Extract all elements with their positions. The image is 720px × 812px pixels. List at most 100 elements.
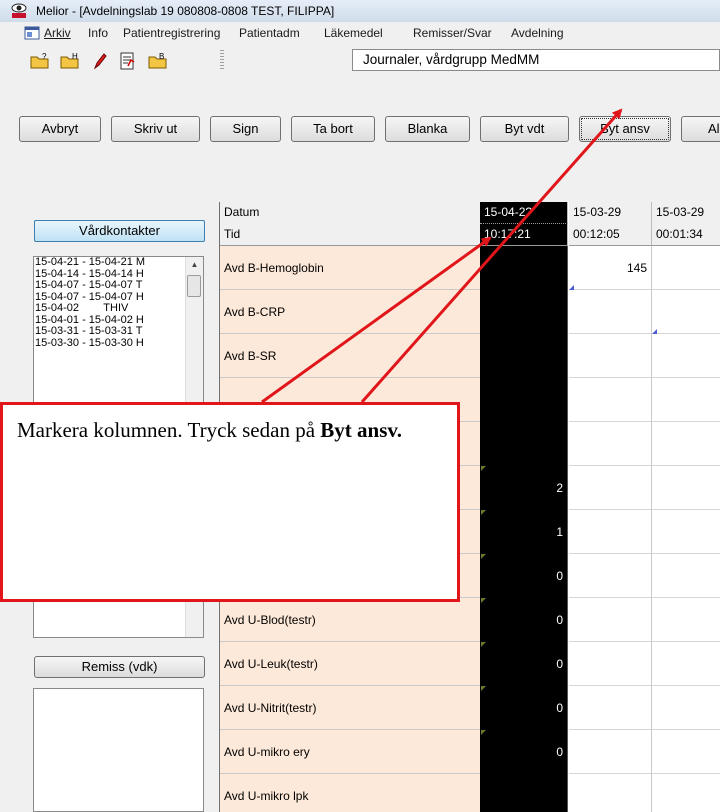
column-time-header[interactable]: 00:01:34	[652, 224, 720, 246]
menu-patientregistrering[interactable]: Patientregistrering	[123, 26, 220, 40]
result-cell[interactable]	[652, 466, 720, 510]
menu-avdelning[interactable]: Avdelning	[511, 26, 564, 40]
result-cell[interactable]	[652, 774, 720, 812]
list-item[interactable]: 15-04-02 THIV	[34, 303, 187, 315]
result-cell[interactable]	[652, 730, 720, 774]
result-cell[interactable]	[569, 642, 652, 686]
remiss-list[interactable]	[33, 688, 204, 812]
menu-arkiv[interactable]: Arkiv	[44, 26, 71, 40]
open-folder-icon[interactable]: ?	[30, 52, 50, 70]
byt-ansv-button[interactable]: Byt ansv	[579, 116, 671, 142]
result-cell[interactable]	[569, 730, 652, 774]
column-time-header[interactable]: 00:12:05	[569, 224, 652, 246]
scroll-up-arrow-icon[interactable]: ▲	[186, 257, 203, 273]
row-label[interactable]: Avd B-SR	[220, 334, 480, 378]
flag-marker-icon	[481, 466, 486, 471]
row-label[interactable]: Avd U-mikro lpk	[220, 774, 480, 812]
flag-marker-icon	[481, 510, 486, 515]
menu-lakemedel[interactable]: Läkemedel	[324, 26, 383, 40]
row-label[interactable]: Avd U-Blod(testr)	[220, 598, 480, 642]
app-window: Melior - [Avdelningslab 19 080808-0808 T…	[0, 0, 720, 812]
blanka-button[interactable]: Blanka	[385, 116, 470, 142]
result-cell[interactable]	[652, 686, 720, 730]
list-item[interactable]: 15-04-21 - 15-04-21 M	[34, 257, 187, 269]
comment-marker-icon	[652, 329, 657, 334]
folder-edit-icon[interactable]: H	[60, 52, 80, 70]
result-cell[interactable]	[569, 334, 652, 378]
result-cell[interactable]: 145	[569, 246, 652, 290]
result-cell[interactable]	[480, 774, 568, 812]
result-cell[interactable]	[480, 378, 568, 422]
pencil-icon[interactable]	[90, 52, 110, 70]
column-date-header[interactable]: 15-03-29	[652, 202, 720, 224]
result-cell[interactable]: 1	[480, 510, 568, 554]
result-cell[interactable]	[652, 334, 720, 378]
list-item[interactable]: 15-03-30 - 15-03-30 H	[34, 338, 187, 350]
result-cell[interactable]	[652, 378, 720, 422]
menu-patientadm[interactable]: Patientadm	[239, 26, 300, 40]
result-cell[interactable]: 2	[480, 466, 568, 510]
result-cell[interactable]: 0	[480, 686, 568, 730]
result-cell[interactable]	[652, 246, 720, 290]
flag-marker-icon	[481, 642, 486, 647]
column-date-header[interactable]: 15-04-2?	[480, 202, 568, 224]
result-cell[interactable]	[652, 598, 720, 642]
result-cell[interactable]: 0	[480, 554, 568, 598]
list-item[interactable]: 15-04-14 - 15-04-14 H	[34, 269, 187, 281]
result-cell[interactable]	[652, 642, 720, 686]
toolbar-grip[interactable]	[220, 48, 224, 70]
flag-marker-icon	[481, 598, 486, 603]
result-cell[interactable]	[480, 334, 568, 378]
row-label[interactable]: Avd B-CRP	[220, 290, 480, 334]
byt-vdt-button[interactable]: Byt vdt	[480, 116, 569, 142]
row-label[interactable]: Avd B-Hemoglobin	[220, 246, 480, 290]
melior-app-icon	[11, 3, 27, 18]
folder-export-icon[interactable]: B	[148, 52, 168, 70]
journal-group-select[interactable]: Journaler, vårdgrupp MedMM	[352, 49, 720, 71]
result-cell[interactable]	[652, 290, 720, 334]
skriv-ut-button[interactable]: Skriv ut	[111, 116, 200, 142]
result-cell[interactable]	[480, 290, 568, 334]
menu-info[interactable]: Info	[88, 26, 108, 40]
result-cell[interactable]	[652, 422, 720, 466]
result-cell[interactable]	[569, 774, 652, 812]
result-cell[interactable]	[569, 466, 652, 510]
vardkontakter-button[interactable]: Vårdkontakter	[34, 220, 205, 242]
svg-text:H: H	[72, 52, 78, 61]
scrollbar-thumb[interactable]	[187, 275, 201, 297]
result-cell[interactable]	[652, 510, 720, 554]
instruction-callout: Markera kolumnen. Tryck sedan på Byt ans…	[0, 402, 460, 602]
remiss-vdk-button[interactable]: Remiss (vdk)	[34, 656, 205, 678]
result-cell[interactable]	[569, 510, 652, 554]
sign-button[interactable]: Sign	[210, 116, 281, 142]
flag-marker-icon	[481, 686, 486, 691]
list-item[interactable]: 15-03-31 - 15-03-31 T	[34, 326, 187, 338]
list-item[interactable]: 15-04-07 - 15-04-07 H	[34, 292, 187, 304]
result-cell[interactable]	[480, 246, 568, 290]
avbryt-button[interactable]: Avbryt	[19, 116, 101, 142]
menu-remisser-svar[interactable]: Remisser/Svar	[413, 26, 492, 40]
result-cell[interactable]	[569, 290, 652, 334]
result-cell[interactable]	[480, 422, 568, 466]
menu-bar: Arkiv Info Patientregistrering Patientad…	[0, 22, 720, 45]
row-label[interactable]: Avd U-Leuk(testr)	[220, 642, 480, 686]
column-date-header[interactable]: 15-03-29	[569, 202, 652, 224]
result-cell[interactable]	[569, 422, 652, 466]
result-cell[interactable]	[569, 598, 652, 642]
result-cell[interactable]: 0	[480, 642, 568, 686]
list-item[interactable]: 15-04-01 - 15-04-02 H	[34, 315, 187, 327]
row-label[interactable]: Avd U-Nitrit(testr)	[220, 686, 480, 730]
document-check-icon[interactable]	[118, 52, 138, 70]
ta-bort-button[interactable]: Ta bort	[291, 116, 375, 142]
al-button[interactable]: Al	[681, 116, 720, 142]
result-cell[interactable]: 0	[480, 598, 568, 642]
result-cell[interactable]	[569, 378, 652, 422]
row-label[interactable]: Avd U-mikro ery	[220, 730, 480, 774]
result-cell[interactable]	[569, 554, 652, 598]
result-cell[interactable]: 0	[480, 730, 568, 774]
result-cell[interactable]	[569, 686, 652, 730]
result-cell[interactable]	[652, 554, 720, 598]
document-icon[interactable]	[24, 26, 40, 40]
list-item[interactable]: 15-04-07 - 15-04-07 T	[34, 280, 187, 292]
column-time-header[interactable]: 10:17:21	[480, 224, 568, 246]
